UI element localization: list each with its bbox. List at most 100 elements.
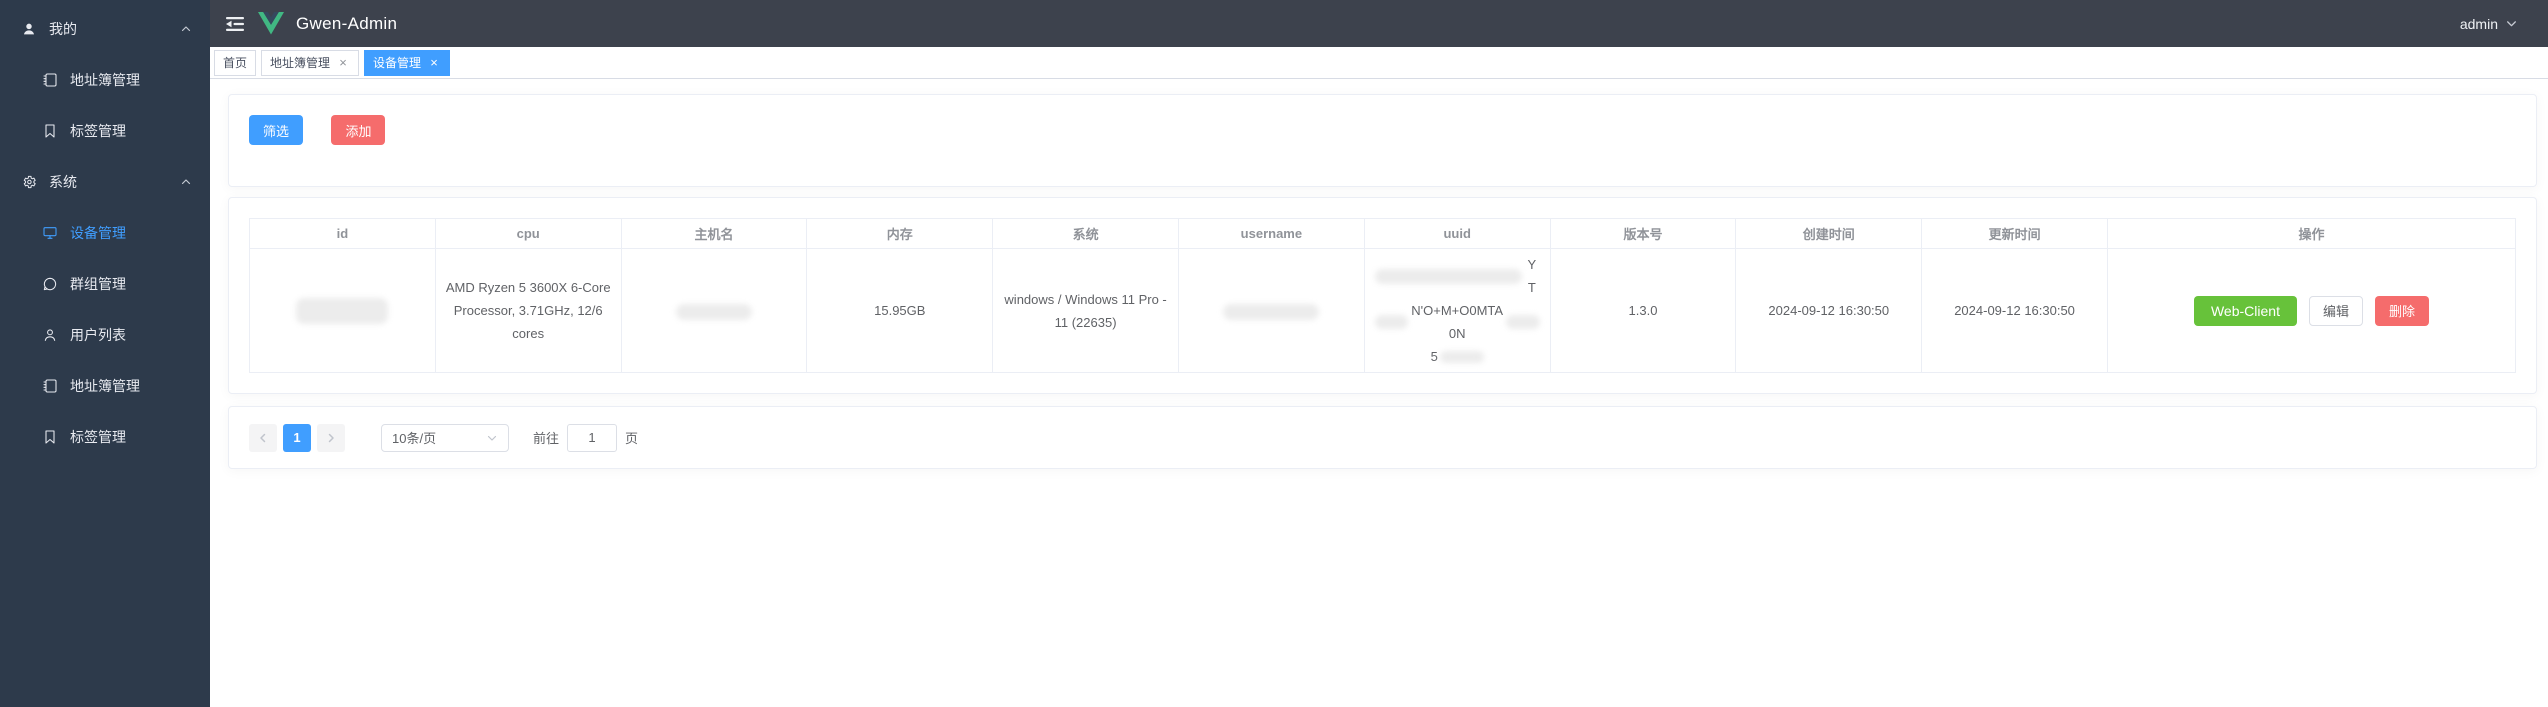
sidebar-item-devices[interactable]: 设备管理	[0, 207, 210, 258]
prev-page-button[interactable]	[249, 423, 277, 452]
tab-address-book[interactable]: 地址簿管理 ×	[261, 49, 360, 76]
cell-id	[249, 248, 436, 373]
bookmark-icon	[42, 429, 58, 445]
chevron-down-icon	[486, 432, 498, 444]
page-size-value: 10条/页	[392, 431, 437, 446]
tabs-bar: 首页 地址簿管理 × 设备管理 ×	[210, 47, 2548, 79]
sidebar-item-label: 地址簿管理	[70, 71, 140, 88]
app-root: 我的 地址簿管理 标签管理 系统 设备管理 群组管理 用户列表 地址簿管理 标签…	[0, 0, 2548, 707]
sidebar-item-tags-2[interactable]: 标签管理	[0, 411, 210, 462]
sidebar-item-groups[interactable]: 群组管理	[0, 258, 210, 309]
row-actions: Web-Client 编辑 删除	[2118, 295, 2505, 326]
edit-button[interactable]: 编辑	[2308, 295, 2363, 326]
redacted-uuid-segment	[1439, 350, 1484, 363]
col-version: 版本号	[1549, 218, 1737, 249]
address-book-icon	[42, 72, 58, 88]
next-page-button[interactable]	[317, 423, 345, 452]
toolbar-card: 筛选 添加	[228, 94, 2537, 187]
cell-uuid: YT N'O+M+O0MTA0N 5	[1363, 248, 1551, 373]
uuid-fragment: YT	[1527, 257, 1537, 295]
content-area: 筛选 添加 id cpu 主机名 内存 系统 username uuid 版本号…	[210, 79, 2548, 707]
add-button[interactable]: 添加	[331, 115, 386, 145]
col-username: username	[1177, 218, 1365, 249]
cell-actions: Web-Client 编辑 删除	[2106, 248, 2517, 373]
goto-label: 前往	[533, 431, 560, 446]
tab-label: 设备管理	[373, 56, 422, 70]
monitor-icon	[42, 225, 58, 241]
col-actions: 操作	[2106, 218, 2517, 249]
sidebar-item-address-book-2[interactable]: 地址簿管理	[0, 360, 210, 411]
cell-username	[1177, 248, 1365, 373]
tab-label: 地址簿管理	[270, 56, 331, 70]
close-icon[interactable]: ×	[336, 56, 350, 70]
table-card: id cpu 主机名 内存 系统 username uuid 版本号 创建时间 …	[228, 197, 2537, 394]
table-row: AMD Ryzen 5 3600X 6-Core Processor, 3.71…	[249, 248, 2517, 373]
col-updated: 更新时间	[1921, 218, 2108, 249]
col-system: 系统	[992, 218, 1179, 249]
chevron-down-icon	[2505, 17, 2518, 30]
main-area: Gwen-Admin admin 首页 地址簿管理 × 设备管理 × 筛选 添加…	[210, 0, 2548, 707]
bookmark-icon	[42, 123, 58, 139]
tab-home[interactable]: 首页	[214, 49, 257, 76]
sidebar-item-address-book-1[interactable]: 地址簿管理	[0, 54, 210, 105]
sidebar-group-label: 我的	[49, 20, 77, 37]
user-icon	[21, 21, 37, 37]
sidebar-item-label: 标签管理	[70, 122, 126, 139]
redacted-id-value	[296, 297, 389, 324]
page-number-button[interactable]: 1	[283, 423, 311, 452]
sidebar-item-users[interactable]: 用户列表	[0, 309, 210, 360]
filter-button[interactable]: 筛选	[249, 115, 304, 145]
uuid-line-1: YT	[1374, 253, 1540, 299]
col-uuid: uuid	[1363, 218, 1551, 249]
tab-devices[interactable]: 设备管理 ×	[364, 49, 451, 76]
cell-cpu: AMD Ryzen 5 3600X 6-Core Processor, 3.71…	[434, 248, 622, 373]
vue-logo-icon	[258, 11, 285, 36]
goto-page-input[interactable]	[567, 423, 618, 452]
page-size-select[interactable]: 10条/页	[381, 423, 509, 452]
close-icon[interactable]: ×	[427, 56, 441, 70]
uuid-fragment: 5	[1430, 349, 1438, 364]
sidebar-item-label: 用户列表	[70, 326, 126, 343]
tab-label: 首页	[223, 56, 248, 70]
username-label: admin	[2459, 15, 2498, 32]
navbar: Gwen-Admin admin	[210, 0, 2548, 47]
cell-hostname	[620, 248, 808, 373]
cell-system: windows / Windows 11 Pro - 11 (22635)	[992, 248, 1179, 373]
sidebar-group-system[interactable]: 系统	[0, 156, 210, 207]
cell-version: 1.3.0	[1549, 248, 1737, 373]
chevron-up-icon	[180, 176, 192, 188]
table-header-row: id cpu 主机名 内存 系统 username uuid 版本号 创建时间 …	[249, 218, 2517, 249]
devices-table: id cpu 主机名 内存 系统 username uuid 版本号 创建时间 …	[249, 218, 2517, 373]
sidebar-group-my[interactable]: 我的	[0, 3, 210, 54]
sidebar: 我的 地址簿管理 标签管理 系统 设备管理 群组管理 用户列表 地址簿管理 标签…	[0, 0, 210, 707]
redacted-uuid-segment	[1374, 315, 1408, 329]
web-client-button[interactable]: Web-Client	[2193, 295, 2297, 326]
sidebar-group-label: 系统	[49, 173, 77, 190]
cell-updated: 2024-09-12 16:30:50	[1921, 248, 2108, 373]
user-dropdown[interactable]: admin	[2460, 16, 2518, 32]
pagination-card: 1 10条/页 前往 页	[228, 406, 2537, 469]
redacted-uuid-segment	[1374, 268, 1523, 284]
delete-button[interactable]: 删除	[2374, 295, 2429, 326]
col-cpu: cpu	[434, 218, 622, 249]
sidebar-item-label: 地址簿管理	[70, 377, 140, 394]
uuid-line-3: 5	[1375, 345, 1540, 368]
gear-icon	[21, 174, 37, 190]
sidebar-item-tags-1[interactable]: 标签管理	[0, 105, 210, 156]
col-id: id	[249, 218, 436, 249]
col-created: 创建时间	[1735, 218, 1923, 249]
col-hostname: 主机名	[620, 218, 808, 249]
user-list-icon	[42, 327, 58, 343]
redacted-hostname-value	[675, 303, 752, 320]
sidebar-item-label: 群组管理	[70, 275, 126, 292]
uuid-line-2: N'O+M+O0MTA0N	[1374, 299, 1540, 345]
sidebar-item-label: 标签管理	[70, 428, 126, 445]
app-title: Gwen-Admin	[296, 13, 398, 33]
chevron-left-icon	[260, 433, 266, 442]
chat-icon	[42, 276, 58, 292]
uuid-fragment: N'O+M+O0MTA0N	[1411, 303, 1504, 341]
sidebar-collapse-icon[interactable]	[225, 16, 245, 32]
chevron-right-icon	[328, 433, 334, 442]
cell-created: 2024-09-12 16:30:50	[1735, 248, 1923, 373]
page-unit-label: 页	[625, 431, 639, 446]
